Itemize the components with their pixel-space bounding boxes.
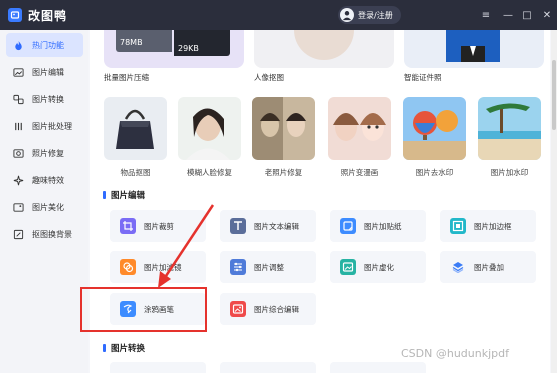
sidebar-item-hot[interactable]: 热门功能 [6, 33, 83, 57]
tool-label: 图片加贴纸 [364, 221, 402, 231]
card-portrait-cutout[interactable] [254, 30, 394, 68]
portrait-image [294, 30, 354, 60]
frame-icon [450, 218, 466, 234]
sidebar-item-label: 图片批处理 [32, 121, 72, 131]
compress-before-image: 78MB [116, 30, 172, 52]
app-logo-icon [8, 8, 22, 22]
sidebar-item-label: 趣味特效 [32, 175, 64, 185]
tile-remove-watermark[interactable] [403, 97, 466, 160]
card-label: 人像抠图 [254, 73, 284, 82]
tile-caption: 老照片修复 [264, 168, 303, 177]
card-label: 批量图片压缩 [104, 73, 149, 82]
tool-label: 图片叠加 [474, 262, 504, 272]
highlight-box [80, 287, 207, 332]
tile-face-restore[interactable] [178, 97, 241, 160]
tool-frame[interactable]: 图片加边框 [440, 210, 536, 242]
tool-blur[interactable]: 图片虚化 [330, 251, 426, 283]
tool-text-edit[interactable]: 图片文本编辑 [220, 210, 316, 242]
tool-placeholder[interactable] [110, 362, 206, 373]
maximize-icon[interactable]: □ [517, 0, 537, 30]
title-bar: 改图鸭 [0, 0, 557, 30]
close-icon[interactable]: ✕ [537, 0, 557, 30]
minimize-icon[interactable]: — [498, 0, 518, 30]
sidebar-item-convert[interactable]: 图片转换 [6, 87, 83, 111]
avatar-icon [340, 8, 354, 22]
tile-caption: 物品抠图 [120, 168, 151, 177]
tool-placeholder[interactable] [330, 362, 426, 373]
cutout-icon [12, 228, 24, 240]
filter-icon [120, 259, 136, 275]
compress-after-image: 29KB [174, 30, 230, 56]
tool-label: 图片文本编辑 [254, 221, 299, 231]
tool-label: 图片虚化 [364, 262, 394, 272]
sidebar-item-label: 图片美化 [32, 202, 64, 212]
tool-sticker[interactable]: 图片加贴纸 [330, 210, 426, 242]
sidebar-item-label: 热门功能 [32, 40, 64, 50]
layers-icon [450, 259, 466, 275]
tool-combo-edit[interactable]: 图片综合编辑 [220, 293, 316, 325]
sticker-icon [340, 218, 356, 234]
tool-label: 图片调整 [254, 262, 284, 272]
sidebar-item-label: 照片修复 [32, 148, 64, 158]
login-button[interactable]: 登录/注册 [338, 6, 401, 24]
section-title-edit: 图片编辑 [103, 189, 145, 201]
crop-icon [120, 218, 136, 234]
flame-icon [12, 39, 24, 51]
blur-icon [340, 259, 356, 275]
beautify-icon [12, 201, 24, 213]
adjust-icon [230, 259, 246, 275]
size-before-label: 78MB [120, 38, 143, 47]
image-edit-icon [12, 66, 24, 78]
sidebar-item-label: 图片转换 [32, 94, 64, 104]
combo-edit-icon [230, 301, 246, 317]
text-icon [230, 218, 246, 234]
tile-add-watermark[interactable] [478, 97, 541, 160]
tool-overlay[interactable]: 图片叠加 [440, 251, 536, 283]
tile-old-photo-restore[interactable] [252, 97, 315, 160]
sidebar-item-effects[interactable]: 趣味特效 [6, 168, 83, 192]
sidebar-item-repair[interactable]: 照片修复 [6, 141, 83, 165]
sidebar-item-label: 抠图换背景 [32, 229, 72, 239]
section-title-convert: 图片转换 [103, 342, 145, 354]
tile-caption: 照片变漫画 [340, 168, 379, 177]
tool-label: 图片加边框 [474, 221, 512, 231]
tile-caption: 模糊人脸修复 [187, 168, 232, 177]
tool-adjust[interactable]: 图片调整 [220, 251, 316, 283]
sparkle-icon [12, 174, 24, 186]
watermark-text: CSDN @hudunkjpdf [401, 347, 509, 360]
tool-placeholder[interactable] [220, 362, 316, 373]
tool-label: 图片裁剪 [144, 221, 174, 231]
section-title-text: 图片编辑 [111, 191, 146, 201]
sidebar-item-label: 图片编辑 [32, 67, 64, 77]
tool-label: 图片加滤镜 [144, 262, 182, 272]
repair-icon [12, 147, 24, 159]
batch-icon [12, 120, 24, 132]
tile-caption: 图片去水印 [415, 168, 454, 177]
size-after-label: 29KB [178, 44, 199, 53]
card-label: 智能证件照 [404, 73, 442, 82]
card-batch-compress[interactable]: 78MB 29KB [104, 30, 244, 68]
id-photo-image [446, 30, 500, 62]
menu-icon[interactable]: ≡ [476, 0, 496, 30]
tool-crop[interactable]: 图片裁剪 [110, 210, 206, 242]
tile-object-cutout[interactable] [104, 97, 167, 160]
sidebar-item-cutout[interactable]: 抠图换背景 [6, 222, 83, 246]
login-label: 登录/注册 [358, 10, 393, 20]
sidebar-item-beautify[interactable]: 图片美化 [6, 195, 83, 219]
section-title-text: 图片转换 [111, 344, 146, 354]
app-title: 改图鸭 [28, 8, 68, 23]
scrollbar-thumb[interactable] [552, 60, 556, 130]
sidebar-item-image-edit[interactable]: 图片编辑 [6, 60, 83, 84]
convert-icon [12, 93, 24, 105]
tool-filter[interactable]: 图片加滤镜 [110, 251, 206, 283]
tile-caption: 图片加水印 [490, 168, 529, 177]
card-id-photo[interactable] [404, 30, 544, 68]
app-window: 改图鸭 登录/注册 ≡ — □ ✕ 热门功能 图片编辑 图片转换 图片批处理 照… [0, 0, 557, 373]
sidebar-item-batch[interactable]: 图片批处理 [6, 114, 83, 138]
tool-label: 图片综合编辑 [254, 304, 299, 314]
tile-photo-to-comic[interactable] [328, 97, 391, 160]
